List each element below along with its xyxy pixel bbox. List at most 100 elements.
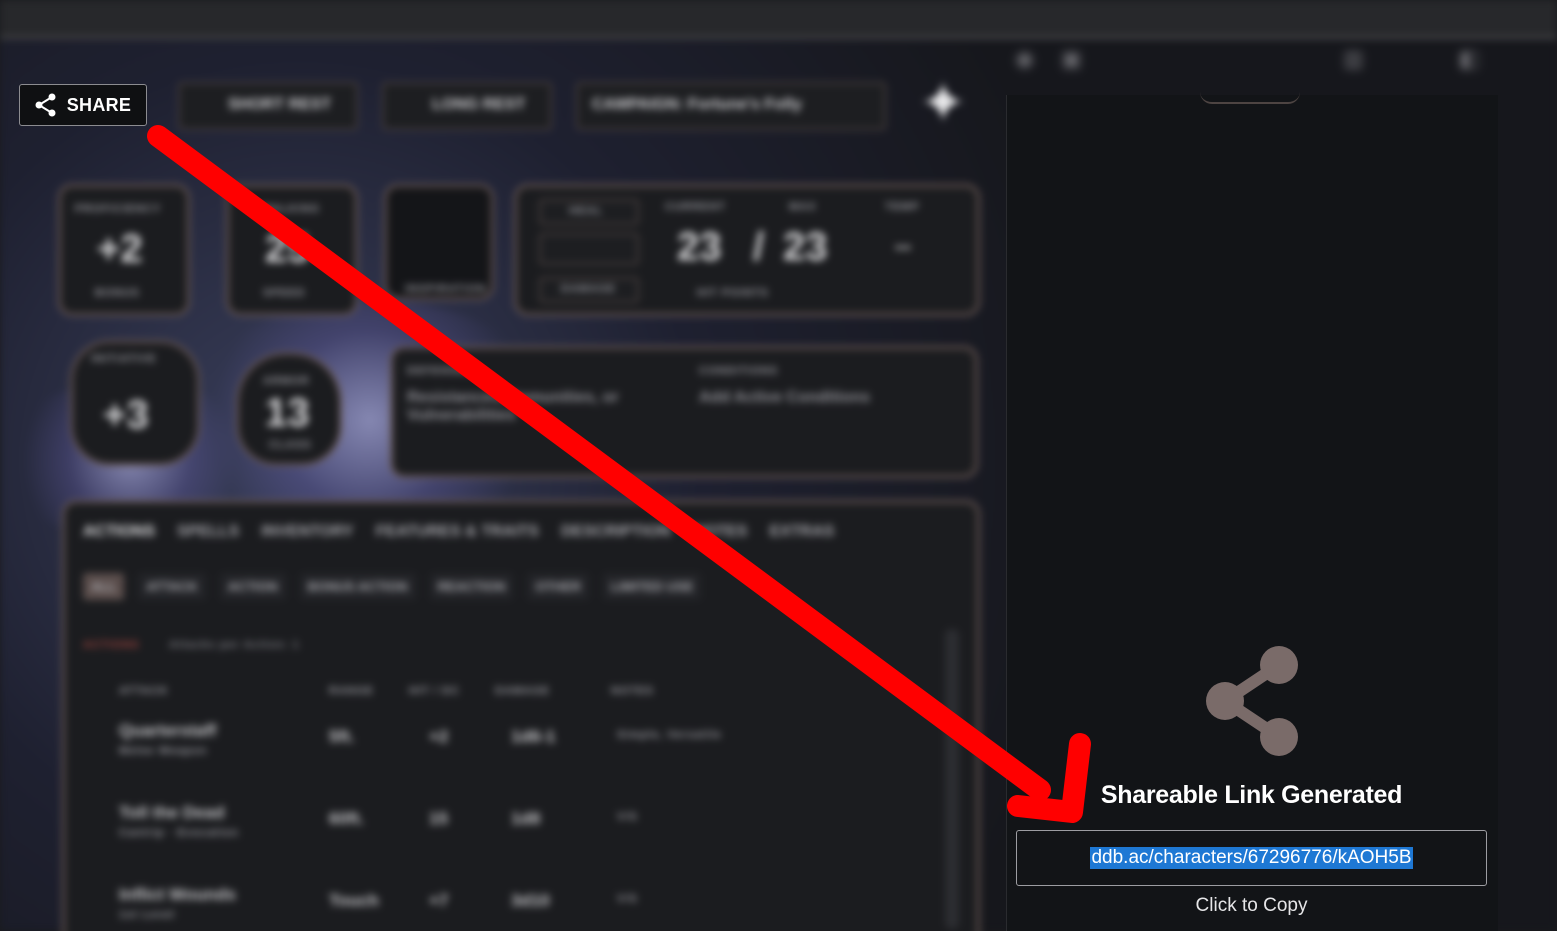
walking-sub: SPEED <box>263 287 306 299</box>
subtab-reaction[interactable]: REACTION <box>429 573 514 600</box>
scrollbar[interactable] <box>945 629 959 929</box>
walking-value: 25 <box>265 227 310 271</box>
tab-description[interactable]: DESCRIPTION <box>561 523 670 541</box>
table-row[interactable]: Inflict Wounds 1st Level Touch +7 3d10 V/S <box>65 885 925 931</box>
share-large-icon <box>1206 646 1298 756</box>
hp-input[interactable] <box>539 233 639 265</box>
heal-button[interactable]: HEAL <box>539 199 639 225</box>
walking-label: WALKING <box>261 203 320 215</box>
campaign-label: CAMPAIGN: Fortune's Folly <box>592 96 802 113</box>
row-sub: 1st Level <box>119 909 176 921</box>
inspiration-label: INSPIRATION <box>405 283 487 295</box>
table-row[interactable]: Toll the Dead Cantrip · Evocation 60ft. 15 1… <box>65 803 925 873</box>
row-notes: V/S <box>617 893 638 905</box>
row-hit[interactable]: +2 <box>429 727 448 747</box>
armor-sub: CLASS <box>269 439 312 451</box>
column-header: DAMAGE <box>495 685 550 697</box>
proficiency-label: PROFICIENCY <box>75 203 162 215</box>
tab-spells[interactable]: SPELLS <box>177 523 239 541</box>
row-range: 5ft. <box>329 727 355 746</box>
armor-class-box: ARMOR 13 CLASS <box>236 352 342 466</box>
long-rest-label: LONG REST <box>432 96 526 113</box>
short-rest-label: SHORT REST <box>228 96 332 113</box>
subtab-attack[interactable]: ATTACK <box>138 573 206 600</box>
eye-icon[interactable]: ◉ <box>1015 46 1034 72</box>
share-button-label: SHARE <box>66 94 132 115</box>
hp-current-label: CURRENT <box>665 201 726 213</box>
row-name: Inflict Wounds <box>119 885 236 904</box>
armor-label: ARMOR <box>263 375 310 387</box>
row-hit[interactable]: 15 <box>429 809 448 829</box>
row-name: Toll the Dead <box>119 803 225 822</box>
hp-max-label: MAX <box>789 201 817 213</box>
subtab-all[interactable]: ALL <box>83 573 125 600</box>
damage-label: DAMAGE <box>561 283 616 295</box>
row-name: Quarterstaff <box>119 721 217 740</box>
panel-top-icons: ◉ ▣ ▥ ◧ <box>1015 44 1495 74</box>
tab-inventory[interactable]: INVENTORY <box>261 523 353 541</box>
row-notes: V/S <box>617 811 638 823</box>
share-icon <box>35 93 56 117</box>
row-notes: Simple, Versatile <box>617 729 722 741</box>
proficiency-value: +2 <box>97 227 143 271</box>
defenses-text[interactable]: Resistances, Immunities, or Vulnerabilit… <box>407 389 647 425</box>
long-rest-button[interactable]: LONG REST <box>382 82 552 130</box>
table-row[interactable]: Quarterstaff Melee Weapon 5ft. +2 1d6-1 Simpl… <box>65 721 925 791</box>
subtab-bonus-action[interactable]: BONUS ACTION <box>299 573 416 600</box>
subtab-limited-use[interactable]: LIMITED USE <box>602 573 702 600</box>
hp-temp-value[interactable]: -- <box>895 233 911 261</box>
column-header: NOTES <box>611 685 654 697</box>
sidebar-toggle-icon[interactable]: ◧ <box>1459 46 1480 72</box>
subtab-other[interactable]: OTHER <box>527 573 589 600</box>
row-range: 60ft. <box>329 809 364 828</box>
initiative-value: +3 <box>103 393 149 437</box>
click-to-copy-button[interactable]: Click to Copy <box>1006 895 1497 917</box>
proficiency-box: PROFICIENCY +2 BONUS <box>58 184 190 316</box>
walking-speed-box: WALKING 25 SPEED <box>226 184 358 316</box>
subtab-action[interactable]: ACTION <box>219 573 286 600</box>
hp-current-value: 23 <box>677 225 722 269</box>
conditions-label: CONDITIONS <box>699 365 779 377</box>
actions-header: ACTIONS <box>83 639 140 651</box>
tab-row: ACTIONS SPELLS INVENTORY FEATURES & TRAITS D… <box>83 523 834 541</box>
share-link-field[interactable]: ddb.ac/characters/67296776/kAOH5B <box>1016 830 1487 886</box>
browser-top-bar <box>0 0 1557 39</box>
conditions-text[interactable]: Add Active Conditions <box>699 389 870 407</box>
subtab-row: ALL ATTACK ACTION BONUS ACTION REACTION OTHER… <box>83 573 702 600</box>
actions-panel: ACTIONS SPELLS INVENTORY FEATURES & TRAITS D… <box>62 500 980 931</box>
share-link-text[interactable]: ddb.ac/characters/67296776/kAOH5B <box>1090 847 1413 869</box>
row-sub: Cantrip · Evocation <box>119 827 239 839</box>
column-header: RANGE <box>329 685 374 697</box>
column-header: ATTACK <box>119 685 169 697</box>
layout-icon[interactable]: ▥ <box>1343 46 1364 72</box>
attacks-per-action: Attacks per Action: 1 <box>169 639 300 651</box>
tab-actions[interactable]: ACTIONS <box>83 523 155 541</box>
row-damage[interactable]: 1d6-1 <box>511 727 555 747</box>
proficiency-sub: BONUS <box>95 287 140 299</box>
campaign-button[interactable]: CAMPAIGN: Fortune's Folly <box>576 82 886 130</box>
damage-button[interactable]: DAMAGE <box>539 277 639 303</box>
short-rest-button[interactable]: SHORT REST <box>178 82 358 130</box>
row-hit[interactable]: +7 <box>429 891 448 911</box>
initiative-label: INITIATIVE <box>91 353 157 365</box>
heal-label: HEAL <box>569 205 603 217</box>
row-damage[interactable]: 1d8 <box>511 809 540 829</box>
row-damage[interactable]: 3d10 <box>511 891 550 911</box>
hp-label: HIT POINTS <box>697 287 769 299</box>
hp-temp-label: TEMP <box>885 201 920 213</box>
share-button[interactable]: SHARE <box>19 84 147 126</box>
defenses-label: DEFENSES <box>407 365 475 377</box>
panel-notch <box>1200 92 1300 104</box>
defenses-conditions-box: DEFENSES Resistances, Immunities, or Vul… <box>390 346 978 478</box>
screen: SHORT REST LONG REST CAMPAIGN: Fortune's… <box>0 0 1557 931</box>
row-range: Touch <box>329 891 379 910</box>
hit-points-box: HEAL DAMAGE CURRENT MAX TEMP 23 / 23 -- … <box>514 184 980 316</box>
tab-extras[interactable]: EXTRAS <box>769 523 834 541</box>
hp-max-value: 23 <box>783 225 828 269</box>
shareable-link-title: Shareable Link Generated <box>1100 781 1403 809</box>
dnd-logo-icon: ✦ <box>919 71 967 134</box>
tab-features-traits[interactable]: FEATURES & TRAITS <box>376 523 539 541</box>
tab-notes[interactable]: NOTES <box>692 523 747 541</box>
lock-icon[interactable]: ▣ <box>1061 46 1082 72</box>
inspiration-box[interactable]: INSPIRATION <box>384 184 494 300</box>
